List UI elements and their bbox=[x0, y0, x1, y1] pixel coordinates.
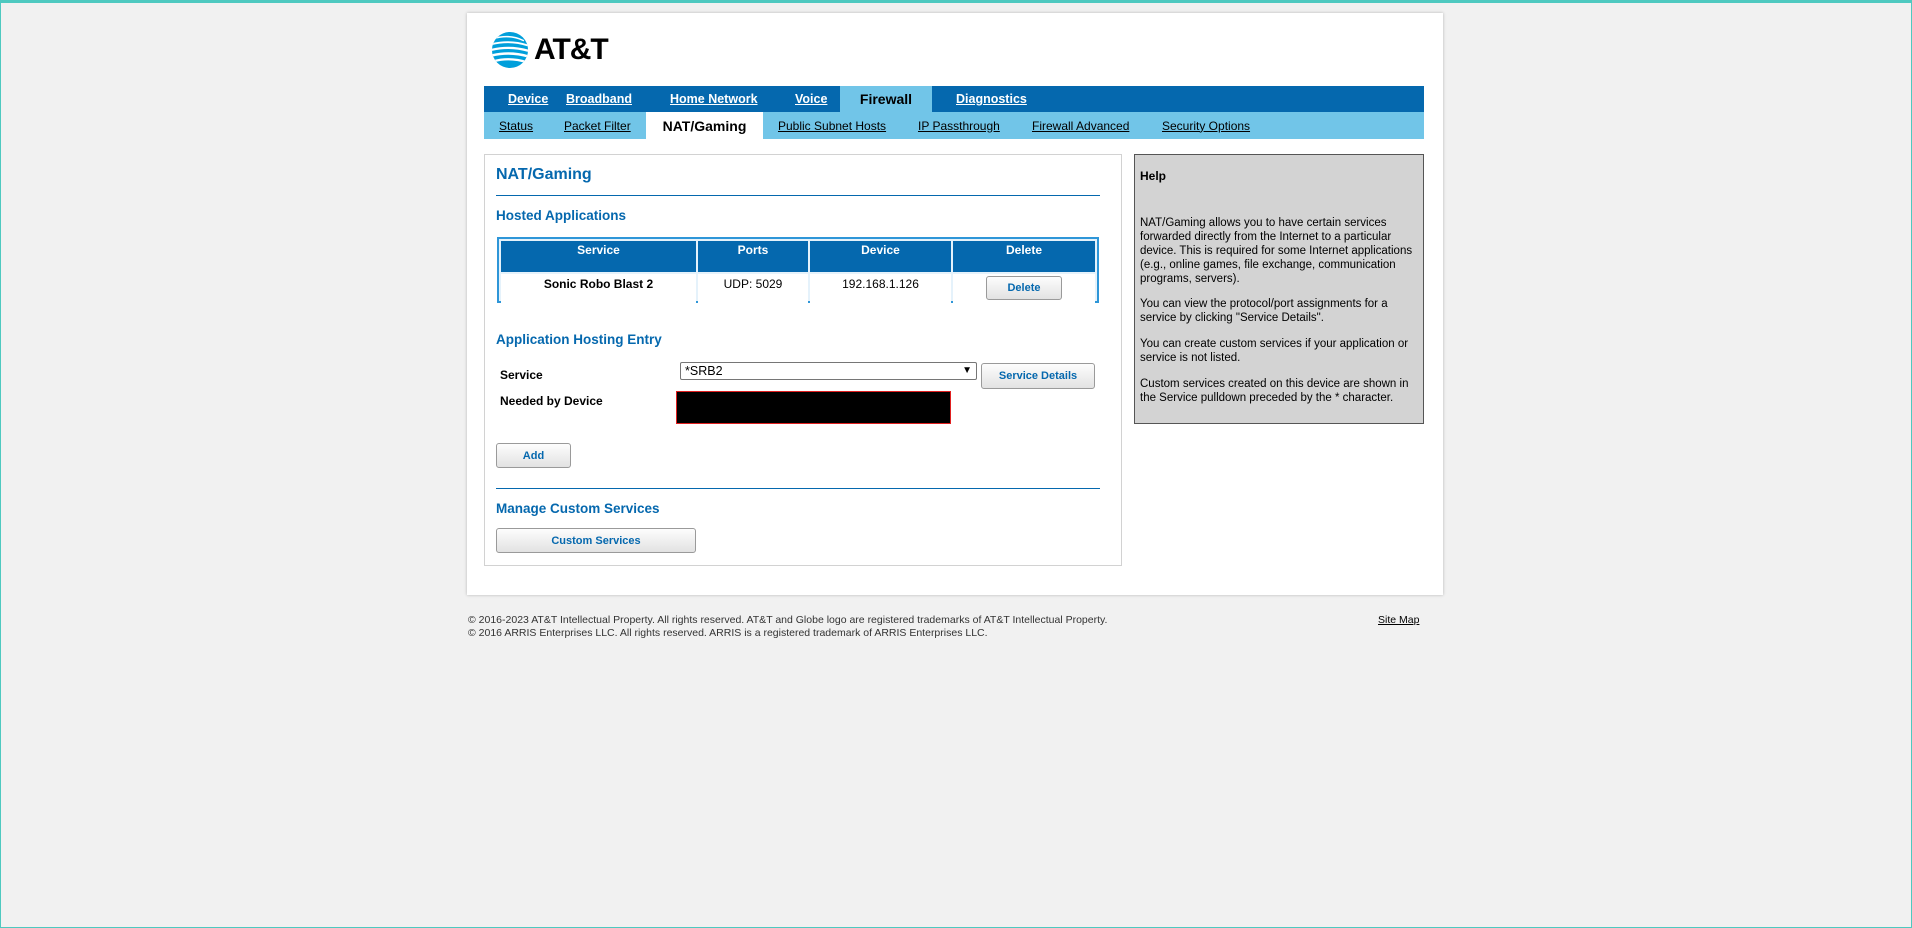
tab-firewall[interactable]: Firewall bbox=[840, 86, 932, 112]
table-row: Sonic Robo Blast 2 UDP: 5029 192.168.1.1… bbox=[501, 274, 1095, 306]
custom-services-button[interactable]: Custom Services bbox=[496, 528, 696, 553]
footer-copyright-att: © 2016-2023 AT&T Intellectual Property. … bbox=[468, 614, 1108, 626]
help-paragraph-3: You can create custom services if your a… bbox=[1140, 338, 1409, 364]
delete-button[interactable]: Delete bbox=[986, 276, 1062, 300]
content-panel: NAT/Gaming Hosted Applications Service P… bbox=[484, 154, 1122, 566]
help-title: Help bbox=[1140, 169, 1167, 183]
service-select-value: *SRB2 bbox=[685, 364, 723, 378]
tab-device[interactable]: Device bbox=[484, 86, 566, 112]
tab-home-network[interactable]: Home Network bbox=[670, 86, 795, 112]
page-title: NAT/Gaming bbox=[496, 166, 592, 183]
subtab-status[interactable]: Status bbox=[484, 112, 564, 139]
window-border-left bbox=[0, 3, 1, 928]
site-map-link[interactable]: Site Map bbox=[1378, 614, 1419, 626]
service-details-button[interactable]: Service Details bbox=[981, 363, 1095, 389]
brand-name: AT&T bbox=[534, 33, 609, 66]
table-header-row: Service Ports Device Delete bbox=[501, 241, 1095, 272]
manage-custom-services-heading: Manage Custom Services bbox=[496, 501, 660, 516]
help-paragraph-1: NAT/Gaming allows you to have certain se… bbox=[1140, 217, 1413, 285]
subtab-ip-passthrough[interactable]: IP Passthrough bbox=[918, 112, 1032, 139]
title-divider bbox=[496, 195, 1100, 196]
hosted-applications-heading: Hosted Applications bbox=[496, 208, 627, 223]
footer-copyright-arris: © 2016 ARRIS Enterprises LLC. All rights… bbox=[468, 627, 988, 639]
tab-diagnostics[interactable]: Diagnostics bbox=[932, 86, 1027, 112]
header-device: Device bbox=[810, 241, 951, 272]
subtab-firewall-advanced[interactable]: Firewall Advanced bbox=[1032, 112, 1162, 139]
chevron-down-icon: ▼ bbox=[962, 365, 972, 376]
tab-voice[interactable]: Voice bbox=[795, 86, 840, 112]
header-ports: Ports bbox=[698, 241, 808, 272]
application-hosting-entry-heading: Application Hosting Entry bbox=[496, 332, 662, 347]
header-delete: Delete bbox=[953, 241, 1095, 272]
secondary-nav: Status Packet Filter NAT/Gaming Public S… bbox=[484, 112, 1424, 139]
hosted-applications-table: Service Ports Device Delete Sonic Robo B… bbox=[497, 237, 1099, 306]
row-delete-cell: Delete bbox=[953, 274, 1095, 306]
subtab-public-subnet-hosts[interactable]: Public Subnet Hosts bbox=[763, 112, 918, 139]
help-panel: Help NAT/Gaming allows you to have certa… bbox=[1134, 154, 1424, 424]
help-paragraph-2: You can view the protocol/port assignmen… bbox=[1140, 298, 1388, 324]
subtab-packet-filter[interactable]: Packet Filter bbox=[564, 112, 646, 139]
att-globe-icon bbox=[491, 31, 529, 69]
service-label: Service bbox=[500, 368, 543, 382]
page-container: AT&T Device Broadband Home Network Voice… bbox=[467, 13, 1443, 595]
tab-broadband[interactable]: Broadband bbox=[566, 86, 670, 112]
primary-nav: Device Broadband Home Network Voice Fire… bbox=[484, 86, 1424, 112]
row-device: 192.168.1.126 bbox=[810, 274, 951, 306]
manage-divider bbox=[496, 488, 1100, 489]
subtab-security-options[interactable]: Security Options bbox=[1162, 112, 1250, 139]
add-button[interactable]: Add bbox=[496, 443, 571, 468]
service-select[interactable]: *SRB2 ▼ bbox=[680, 362, 977, 380]
header-service: Service bbox=[501, 241, 696, 272]
device-select-redacted[interactable] bbox=[676, 391, 951, 424]
footer: © 2016-2023 AT&T Intellectual Property. … bbox=[468, 614, 1107, 640]
subtab-nat-gaming[interactable]: NAT/Gaming bbox=[646, 112, 763, 139]
needed-by-device-label: Needed by Device bbox=[500, 394, 603, 408]
help-paragraph-4: Custom services created on this device a… bbox=[1140, 378, 1409, 404]
row-ports: UDP: 5029 bbox=[698, 274, 808, 306]
row-service: Sonic Robo Blast 2 bbox=[501, 274, 696, 306]
att-logo: AT&T bbox=[491, 31, 609, 69]
